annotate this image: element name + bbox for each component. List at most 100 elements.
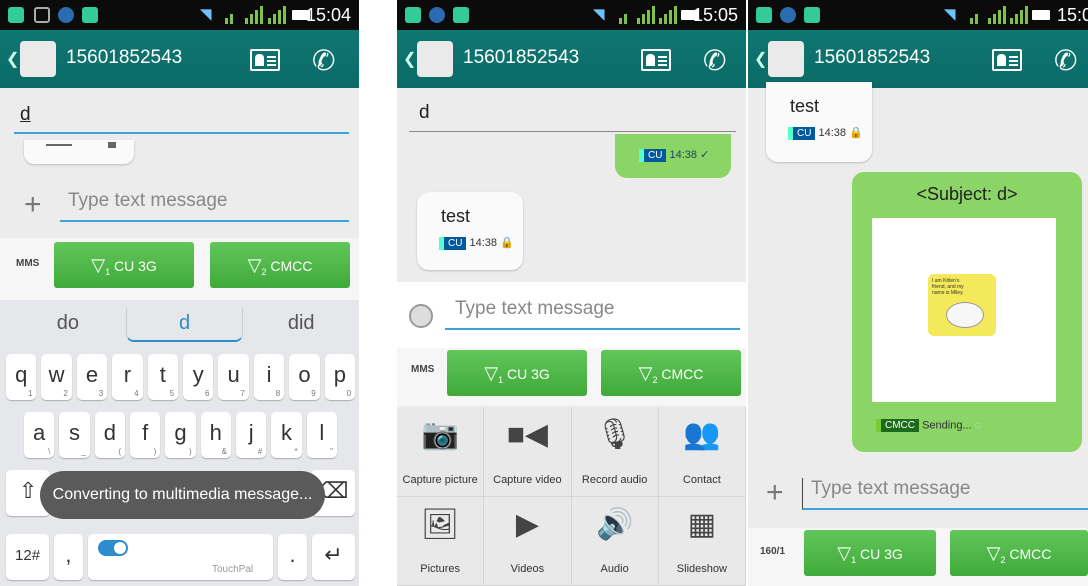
attachment-speaker[interactable]: 🔊 Audio (571, 496, 659, 586)
contact-card-icon[interactable] (992, 49, 1022, 71)
attach-plus-icon[interactable]: + (766, 476, 784, 510)
keyboard-toggle-icon[interactable] (409, 304, 433, 328)
attachment-picture[interactable]: 🖼 Pictures (397, 496, 485, 586)
contact-title: 15601852543 (814, 47, 931, 68)
attachment-calendar-grid[interactable]: ▦ Slideshow (658, 496, 746, 586)
key-s[interactable]: s _ (59, 412, 90, 458)
key-e[interactable]: e3 (76, 354, 108, 400)
send-cu-button[interactable]: ▽1 CU 3G (804, 530, 936, 576)
comma-key[interactable]: , (54, 534, 83, 580)
suggestion-bar: do d did (10, 308, 359, 342)
message-text: test (790, 96, 820, 116)
key-o[interactable]: o9 (289, 354, 320, 400)
contact-icon: 👥 (683, 418, 721, 451)
attachment-video-camera[interactable]: ■◀ Capture video (484, 407, 572, 497)
phone-icon[interactable]: ✆ (1054, 44, 1077, 77)
contact-card-icon[interactable] (641, 49, 671, 71)
composer: Type text message (397, 282, 746, 348)
key-u[interactable]: u7 (218, 354, 249, 400)
send-row: MMS ▽1 CU 3G ▽2 CMCC (397, 348, 746, 406)
key-f[interactable]: f) (129, 412, 161, 458)
app-icon (82, 7, 98, 23)
send-icon: ▽ (837, 543, 852, 563)
attached-image[interactable]: I am Kitten's friend, and my name is Mil… (872, 218, 1056, 402)
send-icon: ▽ (638, 363, 653, 383)
incoming-message-bubble[interactable]: test CU 14:38 🔒 (766, 82, 872, 162)
subject-field[interactable]: d (14, 98, 349, 134)
send-cu-button[interactable]: ▽1 CU 3G (447, 350, 587, 396)
space-key[interactable]: TouchPal (87, 534, 274, 580)
key-h[interactable]: h & (200, 412, 231, 458)
key-l[interactable]: l " (306, 412, 337, 458)
mms-label: MMS (411, 364, 435, 375)
key-r[interactable]: r4 (112, 354, 143, 400)
message-input[interactable]: Type text message (445, 298, 740, 330)
attach-plus-icon[interactable]: + (24, 188, 42, 222)
phone-icon[interactable]: ✆ (703, 44, 726, 77)
wifi-icon: ◥ (944, 6, 956, 23)
key-t[interactable]: t5 (147, 354, 179, 400)
sim-badge: CMCC (876, 419, 919, 432)
outgoing-message-bubble[interactable]: CU 14:38 ✓ (615, 134, 731, 178)
incoming-message-bubble[interactable]: test CU 14:38 🔒 (417, 192, 523, 270)
contact-card-icon[interactable] (250, 49, 280, 71)
symbols-key[interactable]: 12# (6, 534, 50, 580)
calendar-grid-icon: ▦ (687, 507, 717, 541)
key-y[interactable]: y6 (183, 354, 214, 400)
message-time: 14:38 (669, 149, 698, 161)
key-p[interactable]: p0 (324, 354, 356, 400)
send-cmcc-button[interactable]: ▽2 CMCC (601, 350, 741, 396)
back-icon[interactable]: ❮ (403, 49, 416, 69)
phone-icon[interactable]: ✆ (312, 44, 335, 77)
status-bar: ◥ 15:06 (748, 0, 1088, 30)
message-time: 14:38 (469, 237, 498, 249)
period-key[interactable]: . (278, 534, 307, 580)
toggle-icon[interactable] (97, 540, 128, 556)
contact-title: 15601852543 (66, 47, 183, 68)
key-i[interactable]: i8 (253, 354, 285, 400)
video-file-icon: ▶ (515, 507, 539, 541)
window-icon (34, 7, 50, 23)
keyboard: do d did q1w2e3r4t5y6u7i8o9p0 a \ s _ d(f) g)… (0, 300, 359, 586)
message-input[interactable]: Type text message (802, 478, 1088, 510)
send-cmcc-button[interactable]: ▽2 CMCC (950, 530, 1088, 576)
key-a[interactable]: a \ (24, 412, 55, 458)
send-cmcc-button[interactable]: ▽2 CMCC (210, 242, 350, 288)
suggestion-item[interactable]: d (125, 308, 244, 342)
video-camera-icon: ■◀ (506, 418, 548, 451)
globe-icon (429, 7, 445, 23)
key-w[interactable]: w2 (41, 354, 72, 400)
key-d[interactable]: d( (94, 412, 125, 458)
back-icon[interactable]: ❮ (6, 49, 19, 69)
screen-2: ◥ 15:05 ❮ 15601852543 ✆ d CU 14:38 ✓ tes… (397, 0, 746, 586)
subject-field[interactable]: d (409, 96, 736, 132)
outgoing-mms-bubble[interactable]: <Subject: d> I am Kitten's friend, and m… (852, 172, 1082, 452)
attachment-microphone[interactable]: 🎙 Record audio (571, 407, 659, 497)
avatar[interactable] (768, 41, 804, 77)
camera-icon: 📷 (421, 418, 459, 451)
suggestion-item[interactable]: did (243, 308, 359, 342)
key-q[interactable]: q1 (6, 354, 37, 400)
send-icon: ▽ (986, 543, 1001, 563)
send-cu-button[interactable]: ▽1 CU 3G (54, 242, 194, 288)
attachment-camera[interactable]: 📷 Capture picture (397, 407, 485, 497)
enter-key[interactable]: ↵ (311, 534, 355, 580)
status-bar: ◥ 15:04 (0, 0, 359, 30)
back-icon[interactable]: ❮ (754, 49, 767, 69)
avatar[interactable] (417, 41, 453, 77)
key-j[interactable]: j # (235, 412, 267, 458)
app-icon (804, 7, 820, 23)
composer: + Type text message (0, 178, 359, 238)
key-g[interactable]: g) (165, 412, 196, 458)
signal-1-icon (988, 6, 1006, 24)
message-text: test (441, 206, 471, 226)
avatar[interactable] (20, 41, 56, 77)
message-input[interactable]: Type text message (60, 190, 349, 222)
data-icon (619, 6, 627, 24)
contact-title: 15601852543 (463, 47, 580, 68)
attachment-contact[interactable]: 👥 Contact (658, 407, 746, 497)
suggestion-item[interactable]: do (10, 308, 126, 342)
lock-icon: 🔒 (500, 237, 514, 249)
key-k[interactable]: k * (271, 412, 302, 458)
attachment-video-file[interactable]: ▶ Videos (484, 496, 572, 586)
